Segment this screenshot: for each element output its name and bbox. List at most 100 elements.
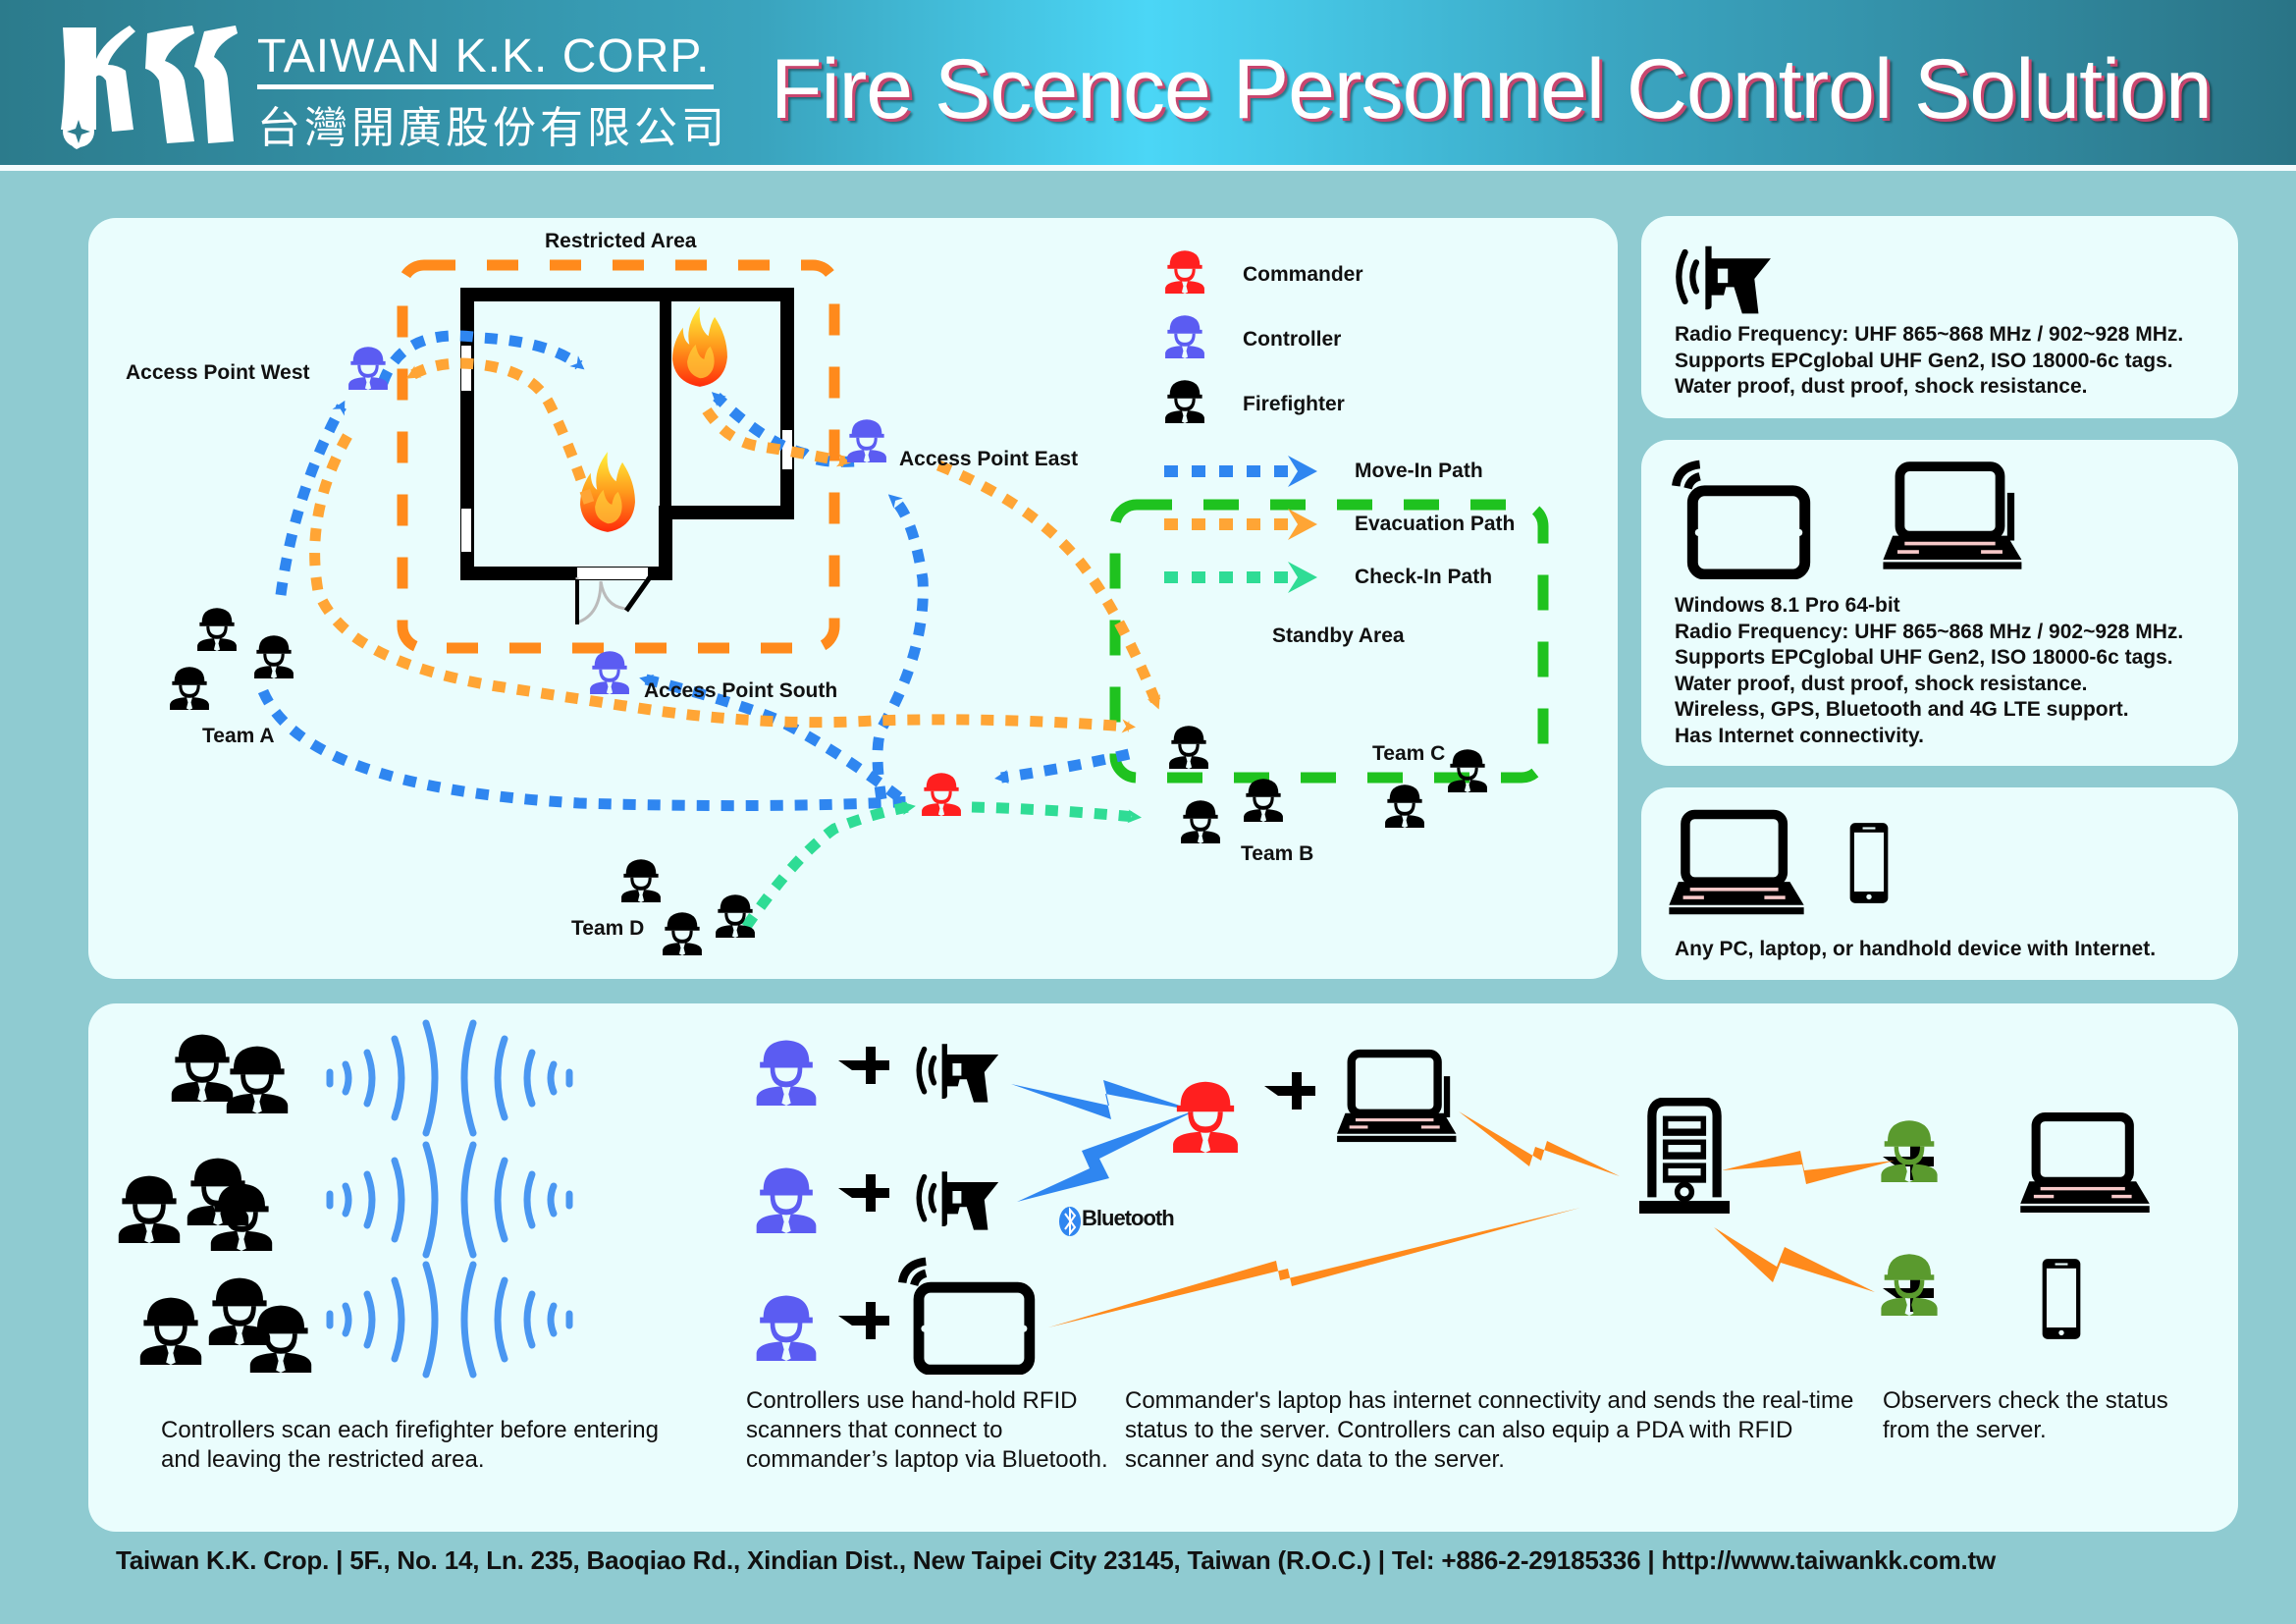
spec-line: Water proof, dust proof, shock resistanc… [1675, 375, 2088, 398]
legend-commander-label: Commander [1243, 263, 1363, 286]
spec-line: Supports EPCglobal UHF Gen2, ISO 18000-6… [1675, 349, 2173, 372]
controller-access-south-icon [590, 651, 629, 694]
evacuation-path [405, 357, 595, 505]
handheld-laptop-spec-panel: Windows 8.1 Pro 64-bit Radio Frequency: … [1641, 440, 2238, 766]
observer-icon [1881, 1120, 1938, 1182]
pda-tablet-icon [902, 1262, 1030, 1370]
rfid-scanner-icon [919, 1171, 998, 1229]
team-a-label: Team A [202, 725, 275, 747]
firefighter-group [118, 1158, 273, 1251]
firefighter-icon [1181, 800, 1220, 843]
smartphone-icon [1849, 823, 1889, 903]
caption-scan: Controllers scan each firefighter before… [161, 1417, 659, 1473]
workflow-panel: Bluetooth Controllers scan each firefigh… [88, 1003, 2238, 1532]
rfid-scanner-spec-panel: Radio Frequency: UHF 865~868 MHz / 902~9… [1641, 216, 2238, 418]
caption-scanners: Controllers use hand-hold RFID scanners … [746, 1387, 1108, 1473]
access-point-south-label: Access Point South [644, 679, 838, 702]
check-in-path [971, 801, 1142, 824]
controller-icon [756, 1295, 817, 1361]
spec-text: Radio Frequency: UHF 865~868 MHz / 902~9… [1675, 322, 2183, 401]
brand-divider [257, 84, 714, 89]
access-point-east-label: Access Point East [899, 448, 1079, 470]
caption-commander-laptop: Commander's laptop has internet connecti… [1125, 1387, 1854, 1473]
firefighter-icon [170, 667, 209, 710]
internet-link [1714, 1227, 1875, 1292]
firefighter-group [171, 1034, 289, 1113]
rfid-scanner-icon [919, 1044, 998, 1102]
brand-name-zh: 台灣開廣股份有限公司 [257, 103, 728, 153]
controller-access-east-icon [847, 419, 886, 462]
controller-icon [756, 1167, 817, 1233]
observer-smartphone-icon [2042, 1259, 2081, 1339]
legend-check-in-arrow [1164, 562, 1317, 593]
legend-controller-icon [1165, 315, 1204, 358]
spec-line: Water proof, dust proof, shock resistanc… [1675, 672, 2088, 695]
observer-laptop-icon [2020, 1117, 2149, 1213]
firefighter-icon [1169, 726, 1208, 769]
legend-firefighter-label: Firefighter [1243, 393, 1345, 415]
spec-line: Supports EPCglobal UHF Gen2, ISO 18000-6… [1675, 646, 2173, 669]
firefighter-icon [1244, 779, 1283, 822]
scene-map-panel: Restricted Area Access Point West Access… [88, 218, 1618, 979]
scene-map [170, 250, 1549, 955]
firefighter-icon [663, 912, 702, 955]
controller-icon [756, 1040, 817, 1106]
observer-device-spec-panel: Any PC, laptop, or handhold device with … [1641, 787, 2238, 980]
rfid-scanner-icon [1671, 238, 1773, 320]
caption-observers: Observers check the status from the serv… [1883, 1387, 2168, 1443]
spec-line: Has Internet connectivity. [1675, 724, 1925, 747]
page-title: Fire Scence Personnel Control Solution [771, 42, 2213, 136]
internet-link [1459, 1111, 1620, 1176]
firefighter-icon [197, 608, 237, 651]
bluetooth-label: Bluetooth [1082, 1206, 1175, 1230]
team-b-label: Team B [1241, 842, 1314, 865]
move-in-path [872, 494, 929, 800]
move-in-path [275, 400, 347, 596]
check-in-path [741, 801, 916, 931]
controller-access-west-icon [348, 347, 388, 390]
brand-name-en: TAIWAN K.K. CORP. [257, 30, 711, 82]
legend-check-in-label: Check-In Path [1355, 566, 1493, 588]
kk-logo-icon [61, 26, 238, 149]
firefighter-icon [1448, 749, 1487, 792]
observer-icon [1881, 1254, 1938, 1316]
team-c-label: Team C [1372, 742, 1446, 765]
firefighter-group [139, 1277, 312, 1373]
move-in-path [257, 688, 914, 812]
legend-commander-icon [1165, 250, 1204, 294]
tablet-wireless-icon [1669, 460, 1812, 579]
legend-move-in-label: Move-In Path [1355, 460, 1483, 482]
spec-line: Wireless, GPS, Bluetooth and 4G LTE supp… [1675, 698, 2129, 721]
legend-controller-label: Controller [1243, 328, 1342, 351]
fire-icon [672, 306, 727, 387]
move-in-path [377, 330, 585, 385]
standby-area-label: Standby Area [1272, 624, 1405, 647]
firefighter-icon [621, 859, 661, 902]
spec-line: Windows 8.1 Pro 64-bit [1675, 594, 1900, 617]
legend-firefighter-icon [1165, 380, 1204, 423]
server-icon [1639, 1102, 1730, 1214]
internet-link [1722, 1151, 1895, 1184]
spec-line: Any PC, laptop, or handhold device with … [1675, 938, 2157, 960]
rfid-signal-waves [326, 1019, 573, 1379]
legend-evacuation-label: Evacuation Path [1355, 513, 1516, 535]
restricted-area-label: Restricted Area [545, 230, 697, 252]
spec-text: Windows 8.1 Pro 64-bit Radio Frequency: … [1675, 593, 2183, 749]
firefighter-icon [1385, 785, 1424, 828]
laptop-antenna-icon [1881, 461, 2036, 569]
legend-evacuation-arrow [1164, 509, 1317, 540]
team-d-label: Team D [571, 917, 645, 940]
header-banner: TAIWAN K.K. CORP. 台灣開廣股份有限公司 Fire Scence… [0, 0, 2296, 171]
bluetooth-link [1017, 1110, 1198, 1202]
firefighter-icon [254, 635, 294, 678]
move-in-path [994, 748, 1131, 784]
bluetooth-logo-icon [1059, 1207, 1081, 1236]
spec-line: Radio Frequency: UHF 865~868 MHz / 902~9… [1675, 323, 2184, 346]
bluetooth-link [1011, 1080, 1198, 1119]
commander-icon [922, 773, 961, 816]
legend-move-in-arrow [1164, 456, 1317, 487]
commander-icon [1173, 1081, 1238, 1153]
evacuation-path [935, 460, 1162, 710]
spec-line: Radio Frequency: UHF 865~868 MHz / 902~9… [1675, 620, 2184, 643]
access-point-west-label: Access Point West [126, 361, 310, 384]
